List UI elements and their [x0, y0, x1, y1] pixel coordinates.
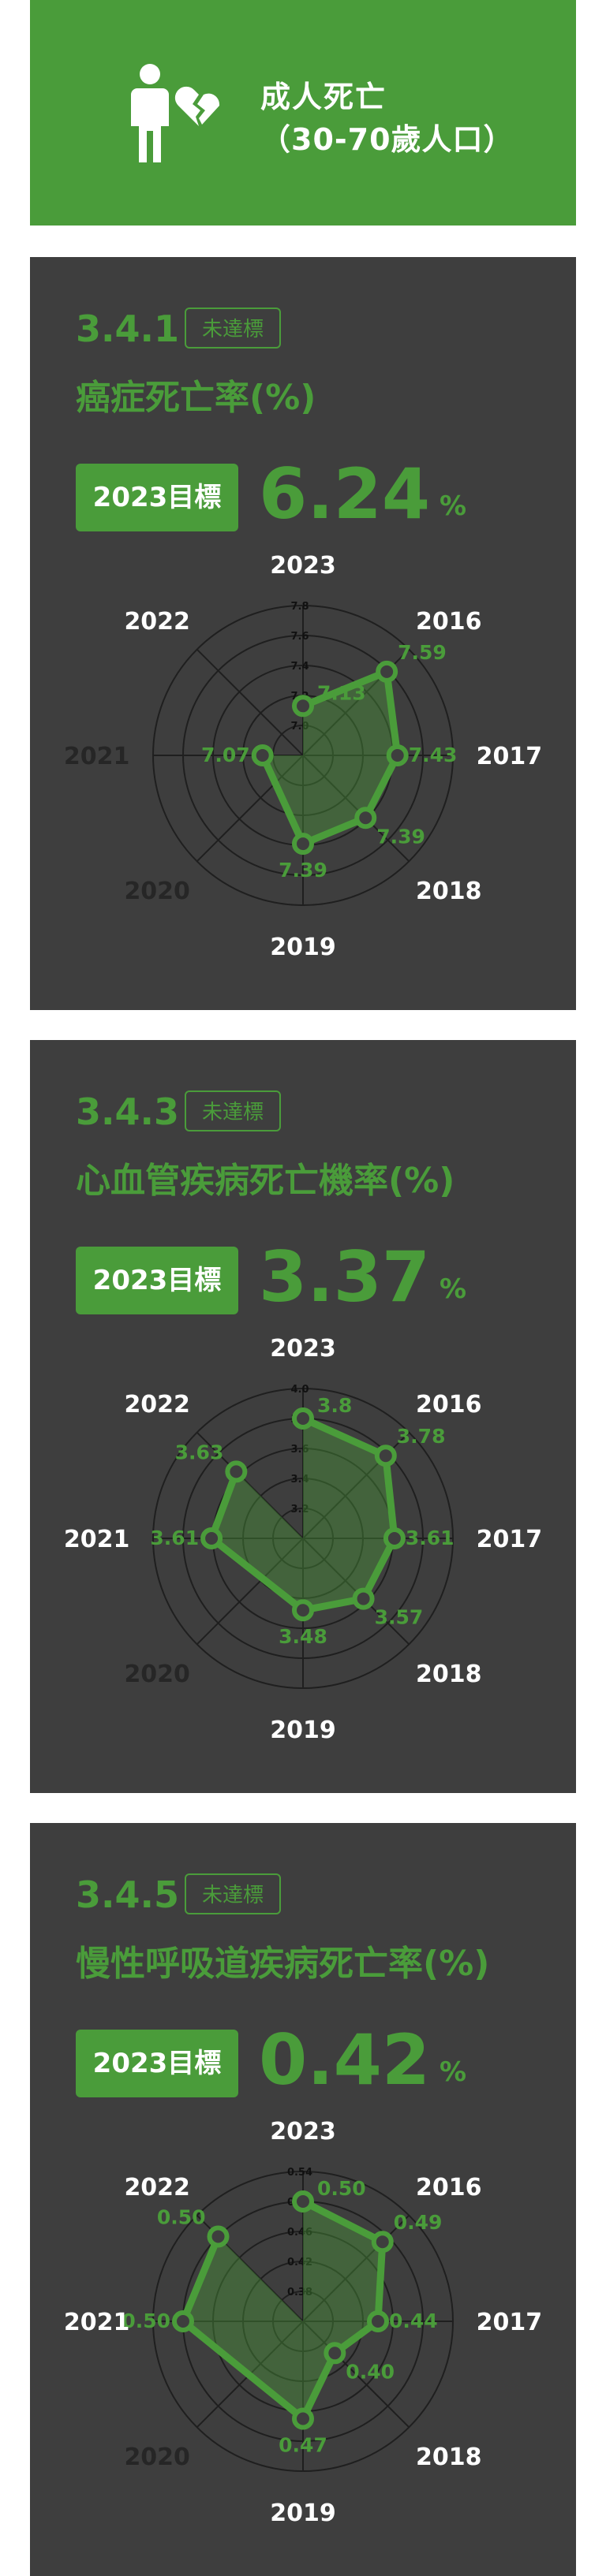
radar-axis-label: 2021: [64, 2309, 130, 2336]
header-title-line1: 成人死亡: [260, 80, 387, 114]
radar-point: [374, 1445, 397, 1467]
radar-axis-label: 2016: [416, 608, 482, 636]
radar-chart: 7.07.27.47.67.87.137.597.437.397.397.072…: [64, 552, 543, 961]
radar-ring-tick-label: 7.4: [290, 661, 309, 673]
radar-axis-label: 2020: [124, 1661, 190, 1688]
radar-axis-label: 2018: [416, 878, 482, 905]
radar-point: [292, 2190, 314, 2213]
radar-value-label: 3.61: [406, 1527, 454, 1549]
radar-point: [200, 1527, 223, 1549]
radar-value-label: 3.61: [150, 1527, 199, 1549]
radar-point: [292, 695, 314, 718]
radar-point: [383, 1527, 406, 1549]
radar-value-label: 7.59: [398, 641, 447, 664]
radar-axis-label: 2020: [124, 2444, 190, 2471]
radar-value-label: 7.07: [201, 744, 250, 766]
radar-axis-label: 2019: [270, 2500, 336, 2527]
radar-point: [292, 833, 314, 856]
radar-point: [292, 1407, 314, 1430]
indicator-card-respiratory: 3.4.5 未達標 慢性呼吸道疾病死亡率(%) 2023目標 0.42 % 0.…: [30, 1823, 576, 2576]
radar-axis-label: 2018: [416, 2444, 482, 2471]
radar-axis-label: 2017: [477, 2309, 543, 2336]
radar-value-label: 7.43: [409, 744, 458, 766]
radar-point: [324, 2342, 346, 2365]
radar-axis-label: 2018: [416, 1661, 482, 1688]
indicator-card-cancer: 3.4.1 未達標 癌症死亡率(%) 2023目標 6.24 % 7.07.27…: [30, 257, 576, 1010]
radar-point: [371, 2231, 394, 2254]
radar-axis-label: 2021: [64, 1526, 130, 1553]
person-broken-heart-icon: [131, 64, 220, 162]
radar-point: [354, 807, 377, 829]
indicator-card-cardiovascular: 3.4.3 未達標 心血管疾病死亡機率(%) 2023目標 3.37 % 3.2…: [30, 1040, 576, 1793]
radar-value-label: 0.50: [157, 2205, 206, 2228]
radar-point: [172, 2310, 194, 2332]
radar-value-label: 0.40: [346, 2360, 395, 2383]
radar-value-label: 3.48: [279, 1625, 327, 1648]
radar-value-label: 0.49: [394, 2211, 443, 2234]
radar-value-label: 7.13: [317, 681, 366, 704]
radar-point: [251, 744, 274, 766]
radar-axis-label: 2023: [270, 1335, 336, 1363]
radar-axis-label: 2020: [124, 878, 190, 905]
radar-ring-tick-label: 7.6: [290, 631, 309, 643]
radar-point: [292, 1599, 314, 1622]
radar-axis-line: [196, 648, 304, 756]
radar-value-label: 3.57: [375, 1606, 424, 1629]
radar-value-label: 3.8: [317, 1394, 352, 1417]
radar-value-label: 3.63: [175, 1441, 224, 1463]
header-title-line2: （30-70歲人口）: [260, 122, 514, 157]
radar-value-label: 7.39: [376, 825, 425, 848]
radar-axis-label: 2021: [64, 743, 130, 770]
radar-axis-label: 2022: [124, 2174, 190, 2201]
radar-ring-tick-label: 4.0: [290, 1384, 309, 1396]
radar-axis-label: 2017: [477, 1526, 543, 1553]
radar-point: [225, 1460, 248, 1483]
radar-ring-tick-label: 0.54: [287, 2167, 312, 2179]
radar-value-label: 0.47: [279, 2434, 327, 2457]
radar-point: [352, 1587, 375, 1610]
radar-axis-label: 2023: [270, 552, 336, 580]
section-header: 成人死亡 （30-70歲人口）: [30, 0, 576, 226]
radar-value-label: 0.50: [317, 2177, 366, 2200]
radar-point: [376, 660, 398, 683]
radar-axis-label: 2017: [477, 743, 543, 770]
radar-value-label: 0.44: [389, 2309, 438, 2332]
radar-axis-label: 2019: [270, 1717, 336, 1744]
radar-axis-label: 2016: [416, 2174, 482, 2201]
radar-axis-label: 2023: [270, 2118, 336, 2145]
radar-point: [367, 2310, 389, 2332]
radar-axis-label: 2019: [270, 934, 336, 961]
radar-chart: 3.23.43.63.84.03.83.783.613.573.483.613.…: [64, 1335, 543, 1744]
radar-point: [386, 744, 409, 766]
radar-axis-label: 2022: [124, 608, 190, 636]
radar-point: [292, 2407, 314, 2430]
radar-point: [207, 2225, 230, 2248]
radar-value-label: 7.39: [279, 859, 327, 882]
radar-chart: 0.380.420.460.500.540.500.490.440.400.47…: [64, 2118, 543, 2527]
radar-axis-label: 2022: [124, 1391, 190, 1418]
radar-axis-label: 2016: [416, 1391, 482, 1418]
radar-ring-tick-label: 7.8: [290, 601, 309, 613]
radar-value-label: 3.78: [397, 1425, 446, 1448]
